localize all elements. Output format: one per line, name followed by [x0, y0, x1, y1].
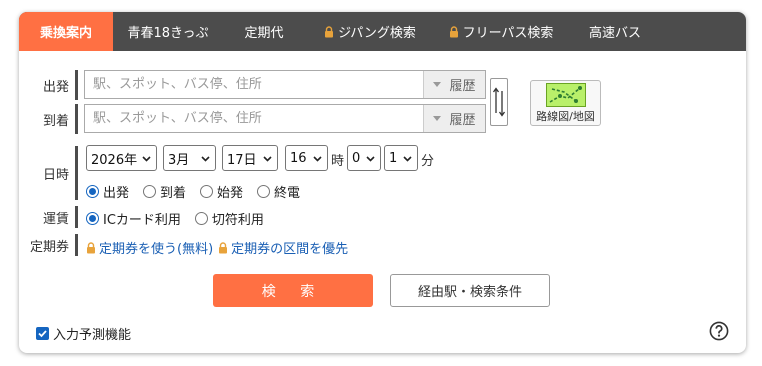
tab-label: 青春18きっぷ: [127, 26, 209, 41]
predictive-input-checkbox[interactable]: 入力予測機能: [36, 324, 131, 343]
minute-tens-value: 0: [352, 150, 361, 166]
commuter-label-text: 定期券: [29, 239, 69, 255]
mode-departure-radio[interactable]: 出発: [86, 182, 129, 201]
radio-label: 切符利用: [211, 213, 264, 228]
radio-label: 始発: [217, 186, 244, 201]
help-icon[interactable]: [709, 321, 729, 341]
datetime-label-text: 日時: [42, 167, 69, 183]
via-station-conditions-button[interactable]: 経由駅・検索条件: [390, 274, 550, 307]
day-select[interactable]: 17日: [222, 145, 278, 171]
lock-icon: [449, 25, 458, 37]
hour-value: 16: [290, 150, 307, 166]
from-station-input[interactable]: [85, 71, 419, 98]
radio-label: 出発: [103, 186, 130, 201]
tab-commuter-fare[interactable]: 定期代: [223, 12, 305, 51]
from-label: 出発: [20, 70, 78, 100]
dropdown-triangle-icon: [433, 82, 442, 87]
to-history-button[interactable]: 履歴: [423, 105, 485, 132]
datetime-mode-group: 出発 到着 始発 終電: [86, 182, 314, 201]
to-station-field: 履歴: [84, 104, 486, 133]
hour-select[interactable]: 16: [285, 145, 328, 171]
checkbox-checked-icon: [36, 327, 49, 340]
minute-unit: 分: [421, 154, 435, 169]
chevron-down-icon: [201, 156, 210, 162]
route-map-button[interactable]: 路線図/地図: [530, 80, 601, 126]
commuter-links: 定期券を使う(無料) 定期券の区間を優先: [86, 238, 353, 257]
radio-indicator: [86, 212, 99, 225]
to-label: 到着: [20, 104, 78, 134]
chevron-down-icon: [366, 156, 375, 162]
search-button[interactable]: 検 索: [213, 274, 373, 307]
radio-label: ICカード利用: [103, 213, 181, 228]
from-station-field: 履歴: [84, 70, 486, 99]
mode-last-train-radio[interactable]: 終電: [257, 182, 300, 201]
radio-indicator: [143, 185, 157, 198]
swap-arrows-icon: [492, 87, 506, 117]
fare-option-group: ICカード利用 切符利用: [86, 209, 278, 228]
minute-ones-value: 1: [389, 150, 398, 166]
chevron-down-icon: [263, 156, 272, 162]
fare-ic-card-radio[interactable]: ICカード利用: [86, 209, 181, 228]
route-map-icon: [545, 82, 586, 107]
mode-arrival-radio[interactable]: 到着: [143, 182, 186, 201]
use-commuter-pass-link[interactable]: 定期券を使う(無料): [99, 238, 213, 257]
radio-label: 終電: [274, 186, 301, 201]
year-select[interactable]: 2026年: [86, 145, 157, 171]
tab-highway-bus[interactable]: 高速バス: [567, 12, 663, 51]
search-button-label: 検 索: [261, 283, 325, 300]
lock-icon: [219, 241, 228, 253]
tab-label: 定期代: [244, 26, 284, 41]
history-label: 履歴: [449, 113, 476, 128]
datetime-label: 日時: [20, 146, 78, 200]
tab-label: ジパング検索: [338, 26, 416, 41]
history-label: 履歴: [449, 79, 476, 94]
to-station-input[interactable]: [85, 105, 419, 132]
tab-label: 高速バス: [588, 26, 641, 41]
tab-bar: 乗換案内 青春18きっぷ 定期代 ジパング検索 フリーパス検索 高速バス: [19, 12, 746, 51]
tab-seishun18[interactable]: 青春18きっぷ: [113, 12, 223, 51]
lock-icon: [325, 25, 334, 37]
tab-zipangu[interactable]: ジパング検索: [305, 12, 435, 51]
day-value: 17日: [227, 152, 257, 168]
to-label-text: 到着: [42, 113, 69, 129]
radio-indicator: [257, 185, 271, 198]
from-label-text: 出発: [42, 79, 69, 95]
tab-label: フリーパス検索: [462, 26, 554, 41]
mode-first-train-radio[interactable]: 始発: [200, 182, 243, 201]
radio-indicator: [194, 212, 208, 225]
chevron-down-icon: [313, 156, 322, 162]
predictive-input-label: 入力予測機能: [53, 328, 132, 343]
dropdown-triangle-icon: [433, 116, 442, 121]
chevron-down-icon: [142, 156, 151, 162]
hour-unit: 時: [331, 154, 345, 169]
radio-label: 到着: [160, 186, 187, 201]
radio-indicator: [86, 185, 99, 198]
prioritize-commuter-route-link[interactable]: 定期券の区間を優先: [231, 238, 348, 257]
conditions-button-label: 経由駅・検索条件: [417, 285, 522, 300]
commuter-label: 定期券: [20, 234, 78, 256]
tab-label: 乗換案内: [39, 26, 92, 41]
swap-stations-button[interactable]: [490, 78, 508, 126]
minute-ones-select[interactable]: 1: [384, 145, 418, 171]
lock-icon: [87, 241, 95, 253]
fare-label: 運賃: [20, 206, 78, 228]
from-history-button[interactable]: 履歴: [423, 71, 485, 98]
route-map-label: 路線図/地図: [536, 109, 595, 123]
year-value: 2026年: [91, 152, 138, 168]
tab-transfer[interactable]: 乗換案内: [19, 12, 113, 51]
chevron-down-icon: [403, 156, 412, 162]
month-value: 3月: [168, 152, 190, 168]
fare-ticket-radio[interactable]: 切符利用: [194, 209, 264, 228]
radio-indicator: [200, 185, 214, 198]
fare-label-text: 運賃: [42, 211, 69, 227]
minute-tens-select[interactable]: 0: [347, 145, 381, 171]
tab-free-pass[interactable]: フリーパス検索: [435, 12, 567, 51]
month-select[interactable]: 3月: [163, 145, 216, 171]
